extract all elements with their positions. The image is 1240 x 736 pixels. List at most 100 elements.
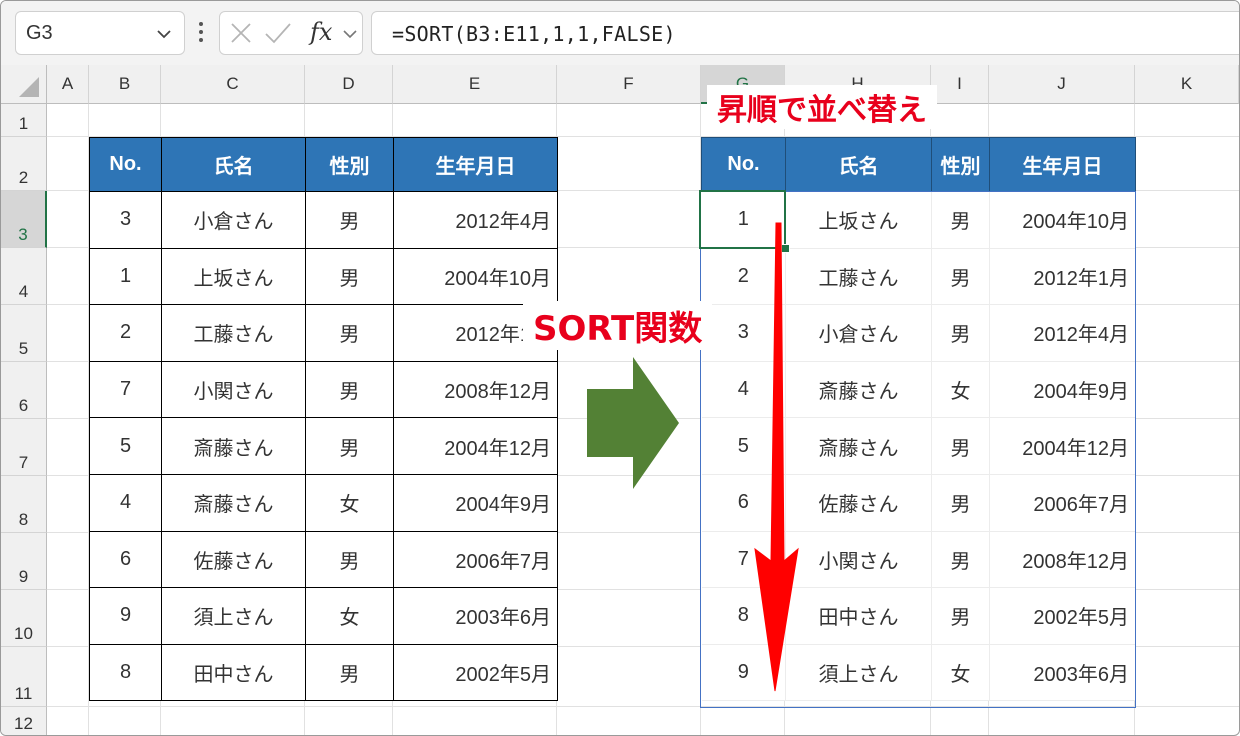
row-header-7[interactable]: 7 [1, 419, 47, 476]
header-no[interactable]: No. [89, 137, 162, 192]
cell-birth[interactable]: 2006年7月 [989, 474, 1136, 532]
cell-no[interactable]: 2 [701, 248, 786, 306]
cell-no[interactable]: 9 [89, 587, 162, 645]
formula-input[interactable]: =SORT(B3:E11,1,1,FALSE) [371, 11, 1239, 55]
cell-name[interactable]: 佐藤さん [161, 530, 306, 589]
cell-birth[interactable]: 2012年1月 [989, 248, 1136, 306]
insert-function-button[interactable]: fx [310, 18, 332, 46]
row-header-4[interactable]: 4 [1, 248, 47, 305]
cell-gender[interactable]: 男 [931, 248, 990, 306]
header-gender[interactable]: 性別 [305, 137, 394, 192]
row-header-1[interactable]: 1 [1, 104, 47, 137]
cell-gender[interactable]: 男 [931, 587, 990, 645]
active-cell-selection[interactable] [699, 190, 786, 249]
cell-name[interactable]: 佐藤さん [785, 474, 932, 532]
cell-birth[interactable]: 2004年9月 [989, 361, 1136, 419]
column-header-b[interactable]: B [89, 65, 161, 104]
cell-birth[interactable]: 2002年5月 [393, 643, 558, 702]
cell-birth[interactable]: 2012年4月 [393, 191, 558, 249]
row-header-5[interactable]: 5 [1, 305, 47, 362]
cell-gender[interactable]: 男 [305, 247, 394, 306]
cell-gender[interactable]: 男 [305, 417, 394, 475]
cell-no[interactable]: 4 [89, 473, 162, 532]
cell-gender[interactable]: 男 [305, 304, 394, 362]
cell-no[interactable]: 8 [701, 587, 786, 645]
cell-name[interactable]: 田中さん [161, 643, 306, 702]
cancel-icon[interactable] [230, 22, 252, 48]
cell-no[interactable]: 8 [89, 643, 162, 702]
name-box[interactable]: G3 [15, 11, 185, 55]
cell-no[interactable]: 7 [701, 531, 786, 589]
cell-gender[interactable]: 女 [931, 361, 990, 419]
cell-gender[interactable]: 女 [305, 473, 394, 532]
header-name[interactable]: 氏名 [785, 137, 932, 192]
cell-name[interactable]: 上坂さん [785, 191, 932, 249]
cell-birth[interactable]: 2006年7月 [393, 530, 558, 589]
cell-gender[interactable]: 女 [305, 587, 394, 645]
cell-name[interactable]: 工藤さん [161, 304, 306, 362]
cell-no[interactable]: 1 [89, 247, 162, 306]
cell-birth[interactable]: 2004年12月 [989, 417, 1136, 475]
cell-no[interactable]: 5 [701, 417, 786, 475]
column-header-i[interactable]: I [931, 65, 989, 104]
cell-name[interactable]: 小関さん [161, 360, 306, 419]
more-options-icon[interactable] [197, 19, 205, 49]
cell-gender[interactable]: 男 [931, 417, 990, 475]
cell-birth[interactable]: 2004年10月 [989, 191, 1136, 249]
cell-birth[interactable]: 2008年12月 [393, 360, 558, 419]
cell-gender[interactable]: 男 [931, 304, 990, 362]
header-birth[interactable]: 生年月日 [393, 137, 558, 192]
cell-no[interactable]: 6 [701, 474, 786, 532]
cell-name[interactable]: 田中さん [785, 587, 932, 645]
cell-birth[interactable]: 2004年10月 [393, 247, 558, 306]
column-header-j[interactable]: J [989, 65, 1135, 104]
column-header-f[interactable]: F [557, 65, 701, 104]
cell-birth[interactable]: 2003年6月 [989, 644, 1136, 702]
header-name[interactable]: 氏名 [161, 137, 306, 192]
cell-gender[interactable]: 男 [305, 530, 394, 589]
cell-no[interactable]: 9 [701, 644, 786, 702]
header-no[interactable]: No. [701, 137, 786, 192]
select-all-corner[interactable] [1, 65, 47, 104]
cell-name[interactable]: 須上さん [785, 644, 932, 702]
chevron-down-icon[interactable] [156, 26, 172, 46]
cell-name[interactable]: 小関さん [785, 531, 932, 589]
row-header-10[interactable]: 10 [1, 590, 47, 647]
column-header-d[interactable]: D [305, 65, 393, 104]
cell-no[interactable]: 2 [89, 304, 162, 362]
cell-no[interactable]: 4 [701, 361, 786, 419]
header-birth[interactable]: 生年月日 [989, 137, 1136, 192]
cell-name[interactable]: 小倉さん [161, 191, 306, 249]
cell-gender[interactable]: 男 [931, 191, 990, 249]
cell-no[interactable]: 5 [89, 417, 162, 475]
header-gender[interactable]: 性別 [931, 137, 990, 192]
cell-birth[interactable]: 2008年12月 [989, 531, 1136, 589]
cell-gender[interactable]: 女 [931, 644, 990, 702]
row-header-9[interactable]: 9 [1, 533, 47, 590]
cell-no[interactable]: 7 [89, 360, 162, 419]
cell-gender[interactable]: 男 [305, 643, 394, 702]
enter-check-icon[interactable] [264, 22, 292, 48]
cell-gender[interactable]: 男 [305, 360, 394, 419]
cell-birth[interactable]: 2003年6月 [393, 587, 558, 645]
row-header-12[interactable]: 12 [1, 707, 47, 735]
cell-no[interactable]: 3 [701, 304, 786, 362]
row-header-8[interactable]: 8 [1, 476, 47, 533]
cell-name[interactable]: 斎藤さん [161, 417, 306, 475]
cell-name[interactable]: 上坂さん [161, 247, 306, 306]
cell-no[interactable]: 3 [89, 191, 162, 249]
column-header-a[interactable]: A [47, 65, 89, 104]
cell-gender[interactable]: 男 [305, 191, 394, 249]
column-header-e[interactable]: E [393, 65, 557, 104]
cell-name[interactable]: 工藤さん [785, 248, 932, 306]
cell-name[interactable]: 小倉さん [785, 304, 932, 362]
row-header-11[interactable]: 11 [1, 647, 47, 707]
cell-birth[interactable]: 2012年4月 [989, 304, 1136, 362]
cell-name[interactable]: 斎藤さん [161, 473, 306, 532]
cell-name[interactable]: 斎藤さん [785, 361, 932, 419]
row-header-6[interactable]: 6 [1, 362, 47, 419]
cell-gender[interactable]: 男 [931, 531, 990, 589]
column-header-c[interactable]: C [161, 65, 305, 104]
row-header-3[interactable]: 3 [1, 191, 47, 248]
cell-birth[interactable]: 2004年12月 [393, 417, 558, 475]
